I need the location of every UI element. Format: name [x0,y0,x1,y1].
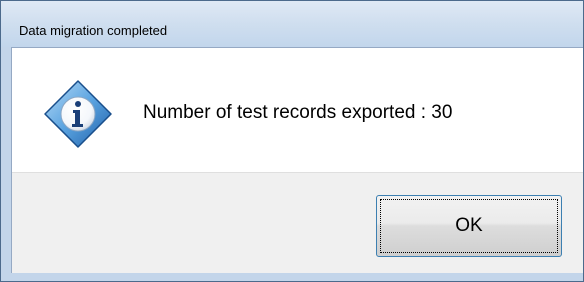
dialog-client-area: Number of test records exported : 30 OK [11,47,583,273]
ok-button-label: OK [380,199,558,253]
message-area: Number of test records exported : 30 [12,48,583,172]
dialog-window: Data migration completed Number of test … [0,0,584,282]
ok-button[interactable]: OK [376,195,562,257]
window-title: Data migration completed [19,23,168,38]
message-text: Number of test records exported : 30 [143,102,453,123]
title-bar[interactable]: Data migration completed [1,1,583,47]
button-area: OK [12,172,583,273]
information-icon [44,80,112,148]
